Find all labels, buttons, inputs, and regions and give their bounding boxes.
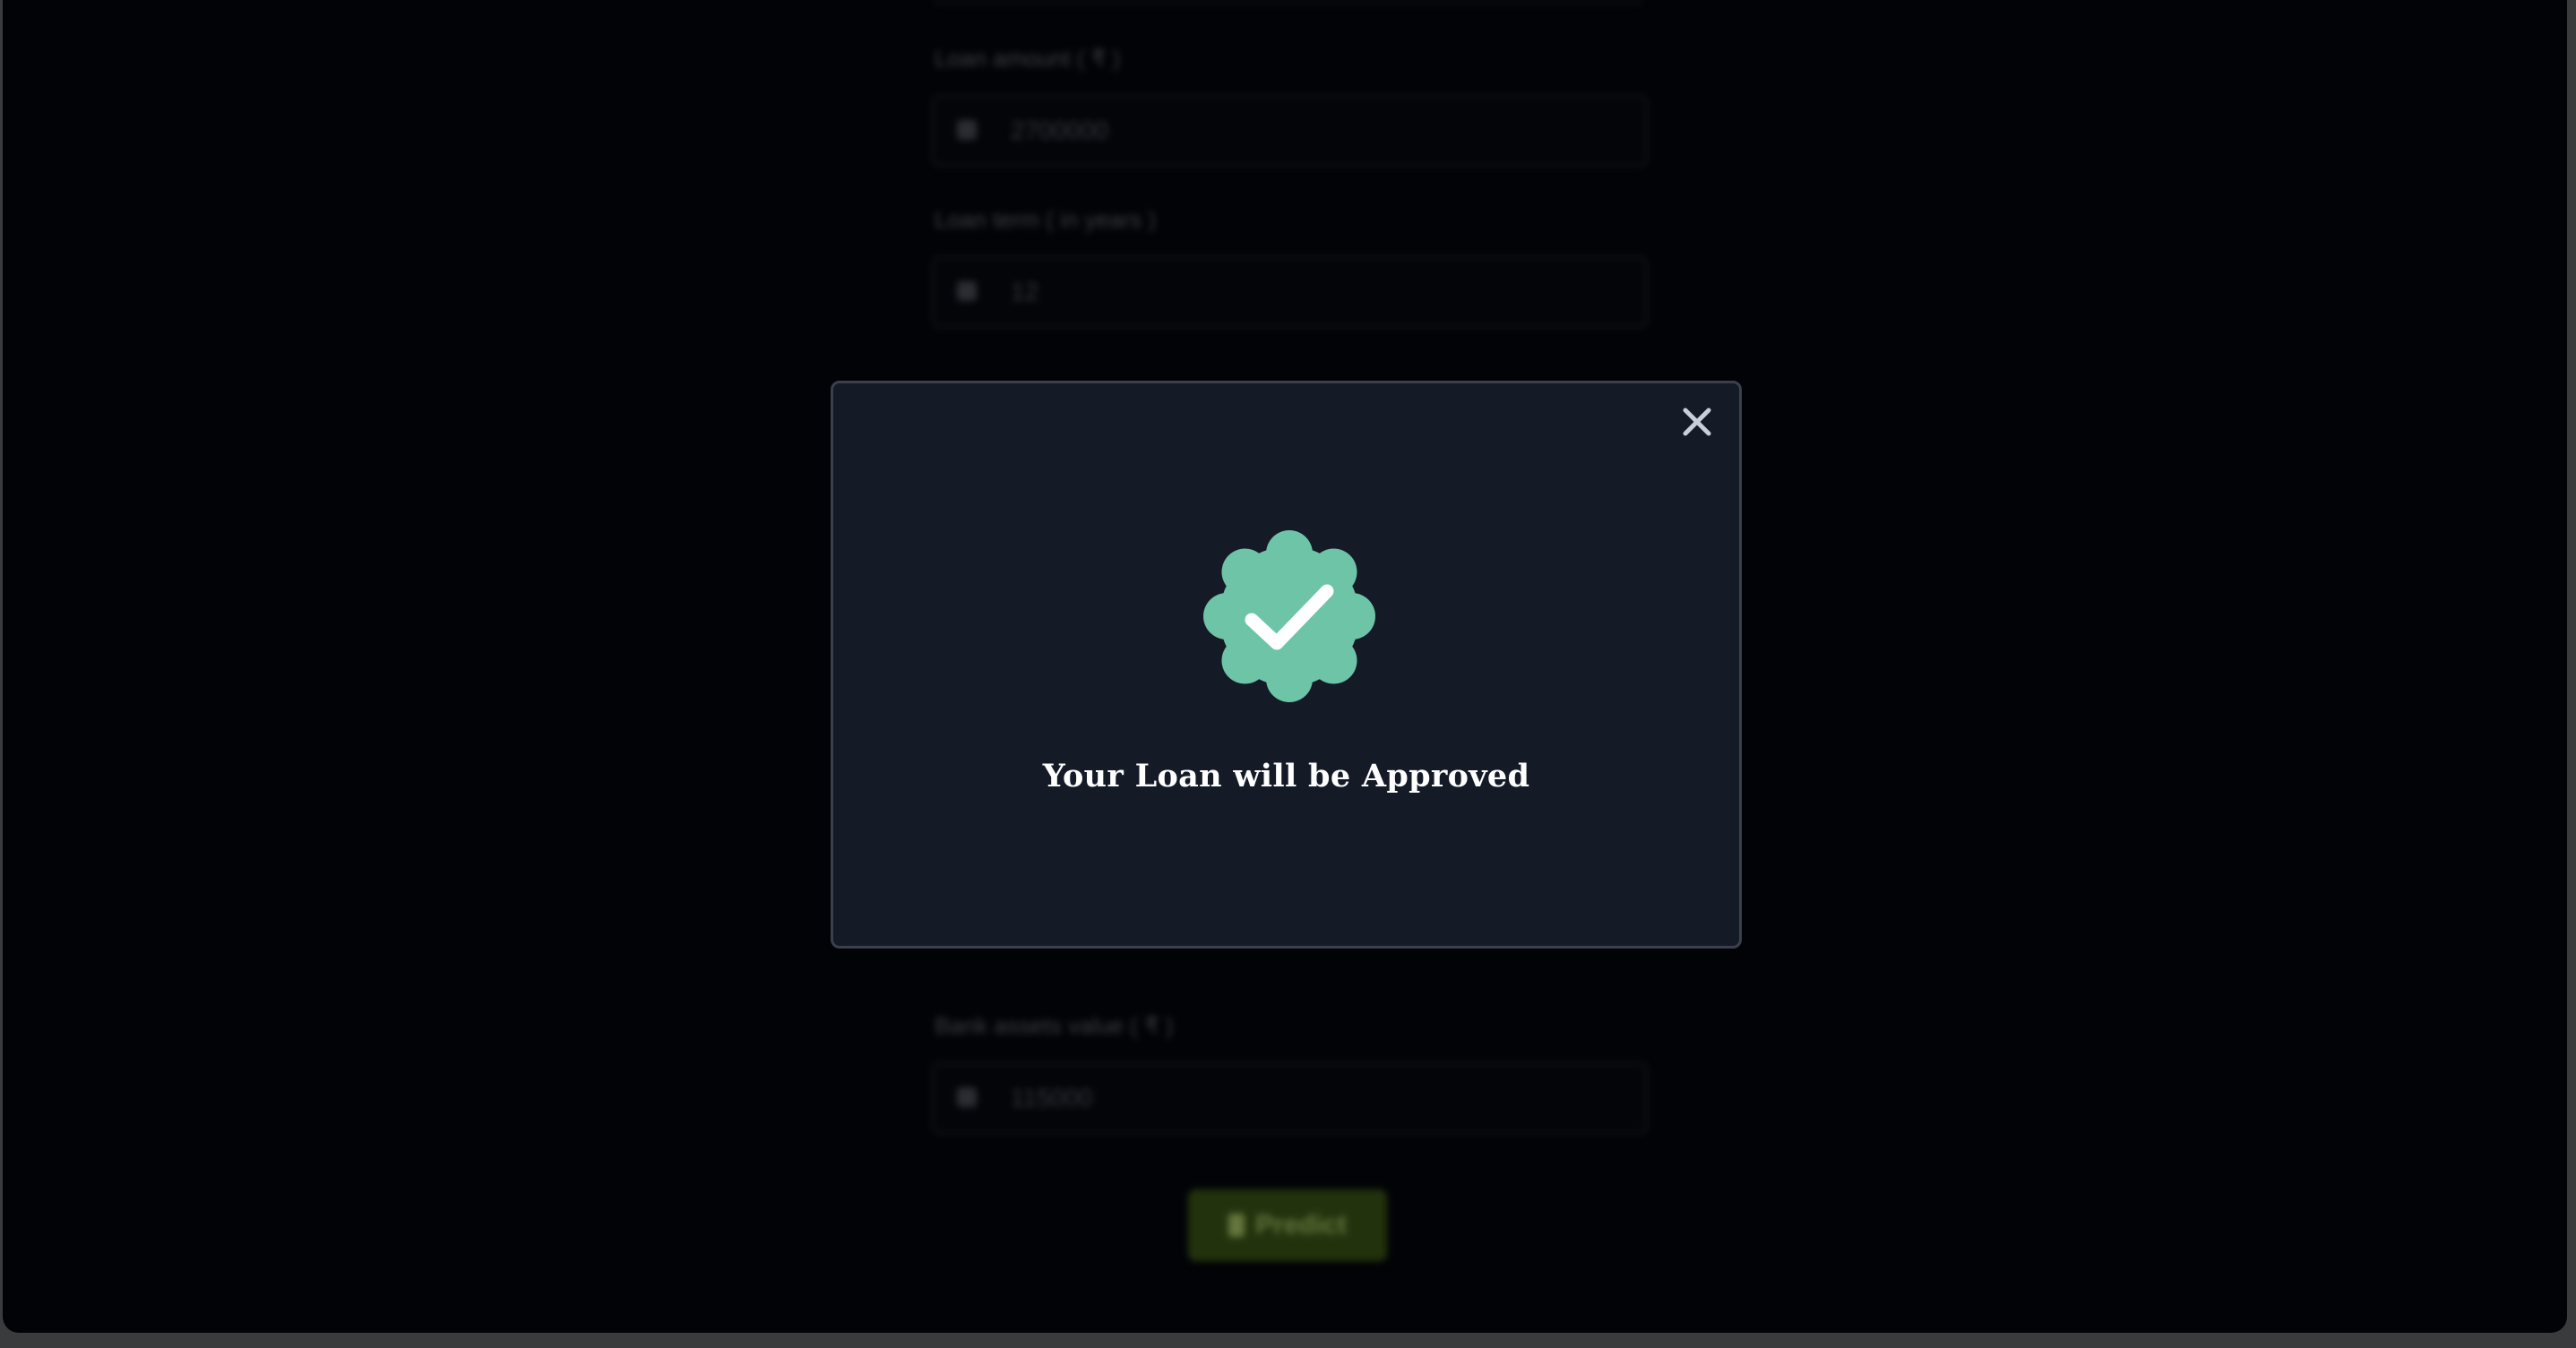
predict-icon [1228, 1214, 1245, 1237]
previous-field-edge [932, 0, 1644, 4]
browser-viewport: Loan amount ( ₹ ) 2700000 Loan term ( in… [0, 0, 2576, 1348]
result-message: Your Loan will be Approved [1042, 758, 1530, 794]
app-window: Loan amount ( ₹ ) 2700000 Loan term ( in… [3, 0, 2567, 1333]
loan-amount-input[interactable]: 2700000 [932, 95, 1648, 167]
loan-amount-label: Loan amount ( ₹ ) [935, 45, 1121, 72]
loan-term-label: Loan term ( in years ) [935, 206, 1157, 233]
loan-term-value: 12 [1011, 278, 1039, 305]
currency-icon [957, 1087, 977, 1107]
close-icon [1683, 408, 1711, 436]
bank-assets-input[interactable]: 115000 [932, 1062, 1648, 1134]
calendar-icon [957, 281, 977, 301]
predict-button-label: Predict [1255, 1210, 1347, 1240]
verified-check-badge-icon [1203, 530, 1375, 702]
close-button[interactable] [1676, 401, 1718, 442]
currency-icon [957, 120, 977, 140]
bank-assets-label: Bank assets value ( ₹ ) [935, 1012, 1174, 1039]
predict-button[interactable]: Predict [1188, 1189, 1387, 1261]
result-modal: Your Loan will be Approved [831, 381, 1742, 949]
loan-term-input[interactable]: 12 [932, 256, 1648, 328]
bank-assets-value: 115000 [1011, 1084, 1093, 1112]
loan-amount-value: 2700000 [1011, 116, 1109, 144]
